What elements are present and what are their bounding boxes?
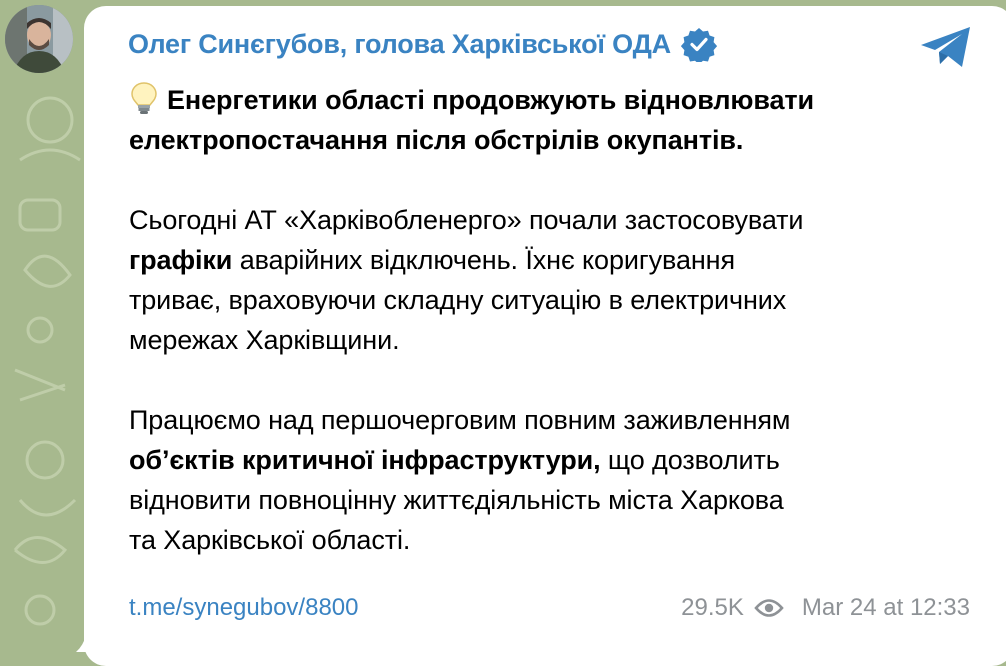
avatar[interactable] xyxy=(5,5,73,73)
paragraph-3-line-4: та Харківської області. xyxy=(129,525,411,555)
message-text: Енергетики області продовжують відновлюв… xyxy=(129,80,989,560)
telegram-share-icon[interactable] xyxy=(918,24,974,70)
paragraph-2-line-4: мережах Харківщини. xyxy=(129,325,400,355)
view-count: 29.5K xyxy=(681,594,744,621)
light-bulb-icon xyxy=(131,82,157,114)
eye-icon xyxy=(754,599,784,617)
headline-line-1: Енергетики області продовжують відновлюв… xyxy=(167,85,815,115)
paragraph-3-bold: об’єктів критичної інфраструктури, xyxy=(129,445,601,475)
paragraph-3-line-1: Працюємо над першочерговим повним заживл… xyxy=(129,405,791,435)
sender-name[interactable]: Олег Синєгубов, голова Харківської ОДА xyxy=(128,29,671,60)
paragraph-2-line-2: аварійних відключень. Їхнє коригування xyxy=(232,245,736,275)
avatar-photo xyxy=(5,5,73,73)
paragraph-2-line-3: триває, враховуючи складну ситуацію в ел… xyxy=(129,285,787,315)
paragraph-3-line-2: що дозволить xyxy=(600,445,780,475)
paragraph-2-bold: графіки xyxy=(129,245,233,275)
paragraph-3-line-3: відновити повноцінну життєдіяльність міс… xyxy=(129,485,784,515)
timestamp: Mar 24 at 12:33 xyxy=(801,594,970,621)
post-link[interactable]: t.me/synegubov/8800 xyxy=(129,594,359,622)
message-header: Олег Синєгубов, голова Харківської ОДА xyxy=(128,26,717,62)
paragraph-2-line-1: Сьогодні АТ «Харківобленерго» почали зас… xyxy=(129,205,804,235)
message-meta: 29.5K Mar 24 at 12:33 xyxy=(681,594,970,622)
verified-badge-icon xyxy=(680,28,717,62)
headline-line-2: електропостачання після обстрілів окупан… xyxy=(129,125,744,155)
